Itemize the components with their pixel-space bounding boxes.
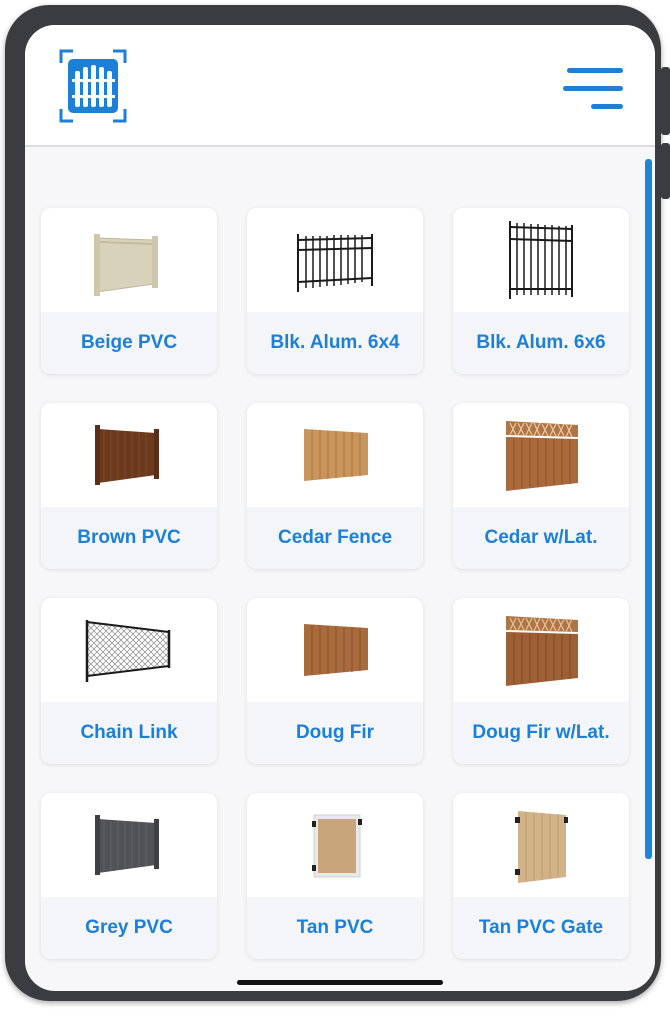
fence-card-cedar-lattice[interactable]: Cedar w/Lat. [453,403,629,569]
chain-link-fence-icon [41,598,217,702]
fence-label: Tan PVC Gate [478,917,604,938]
fence-label: Beige PVC [80,332,178,353]
volume-up-button [661,67,670,135]
fence-card-cedar-fence[interactable]: Cedar Fence [247,403,423,569]
hamburger-menu-icon[interactable] [563,65,627,113]
fence-label: Blk. Alum. 6x4 [270,332,400,353]
fence-card-doug-fir-lattice[interactable]: Doug Fir w/Lat. [453,598,629,764]
fence-label: Blk. Alum. 6x6 [476,332,606,353]
fence-label: Cedar Fence [277,527,393,548]
fence-card-blk-alum-6x4[interactable]: Blk. Alum. 6x4 [247,208,423,374]
fence-label: Brown PVC [77,527,181,548]
fence-label: Tan PVC [296,917,374,938]
fence-card-beige-pvc[interactable]: Beige PVC [41,208,217,374]
fence-card-blk-alum-6x6[interactable]: Blk. Alum. 6x6 [453,208,629,374]
black-aluminum-tall-fence-icon [453,208,629,312]
grey-pvc-fence-icon [41,793,217,897]
black-aluminum-fence-icon [247,208,423,312]
app-header [25,25,655,147]
fence-card-tan-pvc-gate[interactable]: Tan PVC Gate [453,793,629,959]
device-frame: Beige PVC Blk. Alum. 6x4 Blk. Alum. 6x6 … [5,5,670,1001]
beige-pvc-fence-icon [41,208,217,312]
fence-label: Doug Fir [295,722,375,743]
home-indicator[interactable] [237,980,443,985]
power-button [527,7,597,15]
fence-label: Grey PVC [85,917,173,938]
fence-logo-icon[interactable] [59,49,127,123]
doug-fir-fence-icon [247,598,423,702]
fence-card-chain-link[interactable]: Chain Link [41,598,217,764]
fence-label: Chain Link [80,722,178,743]
doug-fir-lattice-fence-icon [453,598,629,702]
fence-label: Cedar w/Lat. [484,527,598,548]
tan-pvc-gate-icon [453,793,629,897]
tan-pvc-fence-icon [247,793,423,897]
volume-down-button [661,143,670,199]
fence-card-brown-pvc[interactable]: Brown PVC [41,403,217,569]
app-screen: Beige PVC Blk. Alum. 6x4 Blk. Alum. 6x6 … [25,25,655,991]
fence-card-doug-fir[interactable]: Doug Fir [247,598,423,764]
fence-card-grey-pvc[interactable]: Grey PVC [41,793,217,959]
cedar-lattice-fence-icon [453,403,629,507]
brown-pvc-fence-icon [41,403,217,507]
scrollbar[interactable] [645,159,652,859]
fence-label: Doug Fir w/Lat. [472,722,610,743]
fence-card-tan-pvc[interactable]: Tan PVC [247,793,423,959]
cedar-fence-icon [247,403,423,507]
